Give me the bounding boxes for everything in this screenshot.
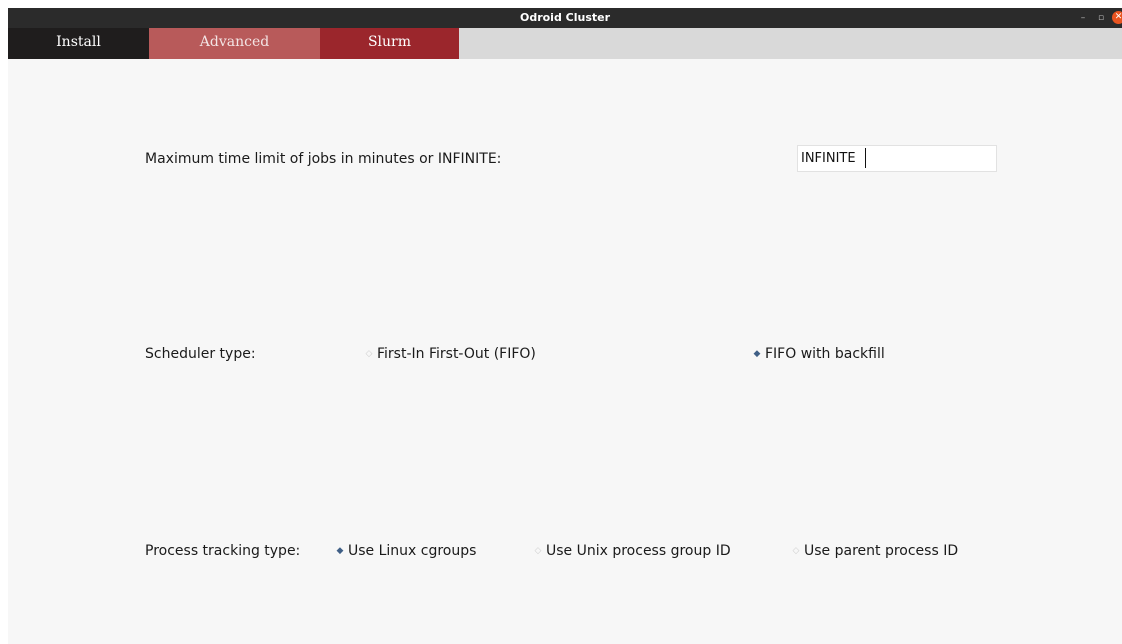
radio-linux-cgroups-label: Use Linux cgroups [348,543,477,559]
app-window: Odroid Cluster – ▫ ✕ Install Advanced Sl… [8,8,1122,644]
time-limit-input[interactable] [797,145,997,172]
tab-slurm[interactable]: Slurm [320,28,459,59]
scheduler-type-label: Scheduler type: [145,346,256,362]
minimize-icon[interactable]: – [1076,10,1090,26]
radio-parent-pid-label: Use parent process ID [804,543,959,559]
radio-unchecked-icon: ◇ [365,349,373,359]
radio-checked-icon: ◆ [336,546,344,556]
radio-fifo-label: First-In First-Out (FIFO) [377,346,536,362]
time-limit-label: Maximum time limit of jobs in minutes or… [145,151,502,167]
radio-fifo-backfill-label: FIFO with backfill [765,346,885,362]
radio-unix-pgid[interactable]: ◇ Use Unix process group ID [533,543,731,559]
close-icon[interactable]: ✕ [1112,11,1122,24]
radio-fifo-backfill[interactable]: ◆ FIFO with backfill [752,346,885,362]
title-bar[interactable]: Odroid Cluster – ▫ ✕ [8,8,1122,28]
text-caret [865,148,866,168]
window-title: Odroid Cluster [519,11,611,24]
radio-fifo[interactable]: ◇ First-In First-Out (FIFO) [364,346,536,362]
radio-unchecked-icon: ◇ [792,546,800,556]
tab-install[interactable]: Install [8,28,149,59]
radio-unchecked-icon: ◇ [534,546,542,556]
tab-advanced[interactable]: Advanced [149,28,320,59]
radio-parent-pid[interactable]: ◇ Use parent process ID [791,543,959,559]
maximize-icon[interactable]: ▫ [1094,10,1108,26]
process-tracking-label: Process tracking type: [145,543,301,559]
radio-checked-icon: ◆ [753,349,761,359]
tab-bar: Install Advanced Slurm [8,28,1122,59]
radio-unix-pgid-label: Use Unix process group ID [546,543,731,559]
radio-linux-cgroups[interactable]: ◆ Use Linux cgroups [335,543,477,559]
